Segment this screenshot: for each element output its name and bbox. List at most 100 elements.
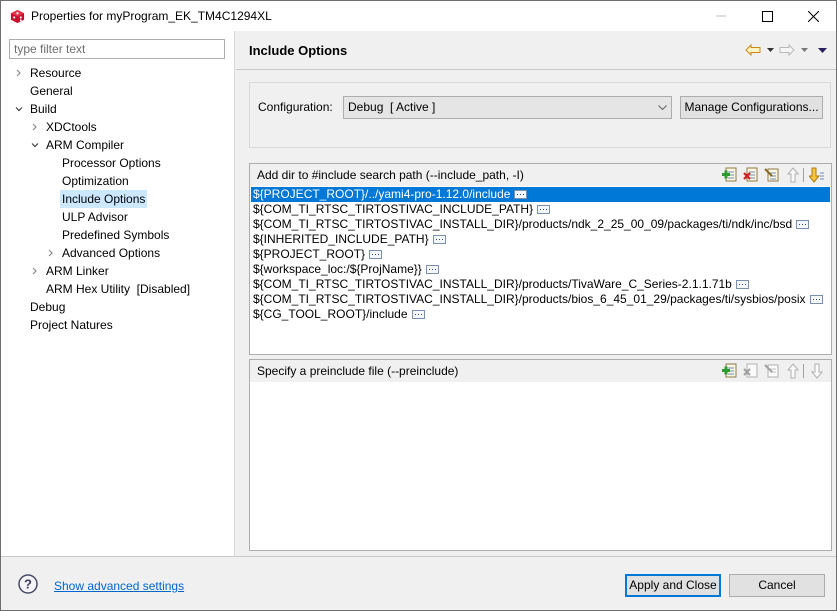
move-up-preinclude-button[interactable] [785, 363, 801, 379]
edit-preinclude-button[interactable] [764, 363, 780, 379]
property-tree: Resource General Build XDCtools ARM Comp… [1, 64, 234, 334]
chevron-right-icon[interactable] [29, 118, 41, 136]
manage-configurations-button[interactable]: Manage Configurations... [680, 96, 823, 119]
back-arrow-icon [745, 44, 761, 56]
tree-item-include-options[interactable]: Include Options [1, 190, 234, 208]
tree-item-label: ULP Advisor [62, 210, 128, 224]
tree-item-optimization[interactable]: Optimization [1, 172, 234, 190]
chevron-right-icon[interactable] [29, 262, 41, 280]
path-text: ${COM_TI_RTSC_TIRTOSTIVAC_INSTALL_DIR}/p… [253, 277, 732, 291]
move-down-preinclude-button[interactable] [809, 363, 825, 379]
apply-and-close-button[interactable]: Apply and Close [625, 574, 721, 597]
move-up-icon [787, 167, 799, 183]
toolbar-separator [803, 168, 804, 182]
view-menu-icon [817, 47, 827, 53]
forward-history-dropdown[interactable] [798, 41, 810, 59]
tree-item-build[interactable]: Build [1, 100, 234, 118]
preinclude-header: Specify a preinclude file (--preinclude) [250, 360, 831, 382]
path-text: ${COM_TI_RTSC_TIRTOSTIVAC_INSTALL_DIR}/p… [253, 292, 806, 306]
list-item[interactable]: ${COM_TI_RTSC_TIRTOSTIVAC_INCLUDE_PATH} [251, 202, 830, 217]
help-icon[interactable]: ? [18, 574, 38, 594]
back-button[interactable] [744, 41, 762, 59]
close-button[interactable] [790, 1, 836, 31]
more-icon[interactable] [411, 310, 425, 319]
tree-item-arm-compiler[interactable]: ARM Compiler [1, 136, 234, 154]
tree-item-arm-linker[interactable]: ARM Linker [1, 262, 234, 280]
move-up-icon [787, 363, 799, 379]
forward-arrow-icon [779, 44, 795, 56]
tree-item-general[interactable]: General [1, 82, 234, 100]
tree-item-processor-options[interactable]: Processor Options [1, 154, 234, 172]
view-menu-button[interactable] [816, 41, 828, 59]
list-item[interactable]: ${INHERITED_INCLUDE_PATH} [251, 232, 830, 247]
tree-item-ulp-advisor[interactable]: ULP Advisor [1, 208, 234, 226]
forward-button[interactable] [778, 41, 796, 59]
tree-item-label: Predefined Symbols [62, 228, 170, 242]
move-down-button[interactable] [809, 167, 825, 183]
list-item[interactable]: ${PROJECT_ROOT}/../yami4-pro-1.12.0/incl… [251, 187, 830, 202]
chevron-right-icon[interactable] [13, 64, 25, 82]
back-history-dropdown[interactable] [764, 41, 776, 59]
tree-item-label: Resource [30, 66, 82, 80]
configuration-group: Configuration: Debug [ Active ] Manage C… [249, 82, 831, 148]
add-path-button[interactable] [722, 167, 738, 183]
include-path-list[interactable]: ${PROJECT_ROOT}/../yami4-pro-1.12.0/incl… [251, 187, 830, 322]
cancel-button[interactable]: Cancel [729, 574, 825, 597]
list-item[interactable]: ${workspace_loc:/${ProjName}} [251, 262, 830, 277]
tree-item-label: XDCtools [46, 120, 97, 134]
more-icon[interactable] [796, 220, 810, 229]
delete-icon [743, 167, 758, 182]
chevron-down-icon [658, 97, 667, 118]
maximize-button[interactable] [744, 1, 790, 31]
tree-item-xdctools[interactable]: XDCtools [1, 118, 234, 136]
tree-item-arm-hex-utility[interactable]: ARM Hex Utility [Disabled] [1, 280, 234, 298]
chevron-right-icon[interactable] [45, 244, 57, 262]
page-nav [744, 41, 828, 59]
move-up-button[interactable] [785, 167, 801, 183]
tree-item-label: ARM Hex Utility [Disabled] [46, 282, 191, 296]
show-advanced-settings-link[interactable]: Show advanced settings [54, 579, 184, 593]
tree-item-advanced-options[interactable]: Advanced Options [1, 244, 234, 262]
more-icon[interactable] [369, 250, 383, 259]
tree-item-label: Optimization [62, 174, 129, 188]
more-icon[interactable] [425, 265, 439, 274]
path-text: ${COM_TI_RTSC_TIRTOSTIVAC_INSTALL_DIR}/p… [253, 217, 793, 231]
tree-item-predefined-symbols[interactable]: Predefined Symbols [1, 226, 234, 244]
preinclude-title: Specify a preinclude file (--preinclude) [257, 364, 459, 378]
right-panel: Include Options Configuration: Debug [A… [236, 31, 836, 556]
configuration-value: Debug [ Active ] [348, 100, 436, 114]
more-icon[interactable] [809, 295, 823, 304]
filter-input[interactable] [9, 39, 225, 59]
tree-item-debug[interactable]: Debug [1, 298, 234, 316]
minimize-button[interactable] [698, 1, 744, 31]
tree-item-label: Project Natures [30, 318, 113, 332]
maximize-icon [761, 10, 773, 22]
more-icon[interactable] [432, 235, 446, 244]
list-item[interactable]: ${CG_TOOL_ROOT}/include [251, 307, 830, 322]
path-text: ${PROJECT_ROOT}/../yami4-pro-1.12.0/incl… [253, 187, 511, 201]
configuration-select[interactable]: Debug [ Active ] [343, 96, 672, 119]
edit-path-button[interactable] [764, 167, 780, 183]
list-item[interactable]: ${COM_TI_RTSC_TIRTOSTIVAC_INSTALL_DIR}/p… [251, 277, 830, 292]
delete-path-button[interactable] [743, 167, 759, 183]
minimize-icon [716, 15, 726, 17]
tree-item-resource[interactable]: Resource [1, 64, 234, 82]
dropdown-arrow-icon [800, 48, 808, 52]
tree-item-project-natures[interactable]: Project Natures [1, 316, 234, 334]
list-item[interactable]: ${COM_TI_RTSC_TIRTOSTIVAC_INSTALL_DIR}/p… [251, 292, 830, 307]
list-item[interactable]: ${PROJECT_ROOT} [251, 247, 830, 262]
properties-dialog: Properties for myProgram_EK_TM4C1294XL R… [0, 0, 837, 611]
delete-preinclude-button[interactable] [743, 363, 759, 379]
title-bar: Properties for myProgram_EK_TM4C1294XL [1, 1, 836, 31]
tree-item-label: Build [30, 102, 57, 116]
list-item[interactable]: ${COM_TI_RTSC_TIRTOSTIVAC_INSTALL_DIR}/p… [251, 217, 830, 232]
more-icon[interactable] [537, 205, 551, 214]
more-icon[interactable] [514, 190, 528, 199]
toolbar-separator [803, 364, 804, 378]
more-icon[interactable] [735, 280, 749, 289]
path-text: ${PROJECT_ROOT} [253, 247, 366, 261]
chevron-down-icon[interactable] [13, 100, 25, 118]
tree-item-label: Debug [30, 300, 66, 314]
chevron-down-icon[interactable] [29, 136, 41, 154]
add-preinclude-button[interactable] [722, 363, 738, 379]
